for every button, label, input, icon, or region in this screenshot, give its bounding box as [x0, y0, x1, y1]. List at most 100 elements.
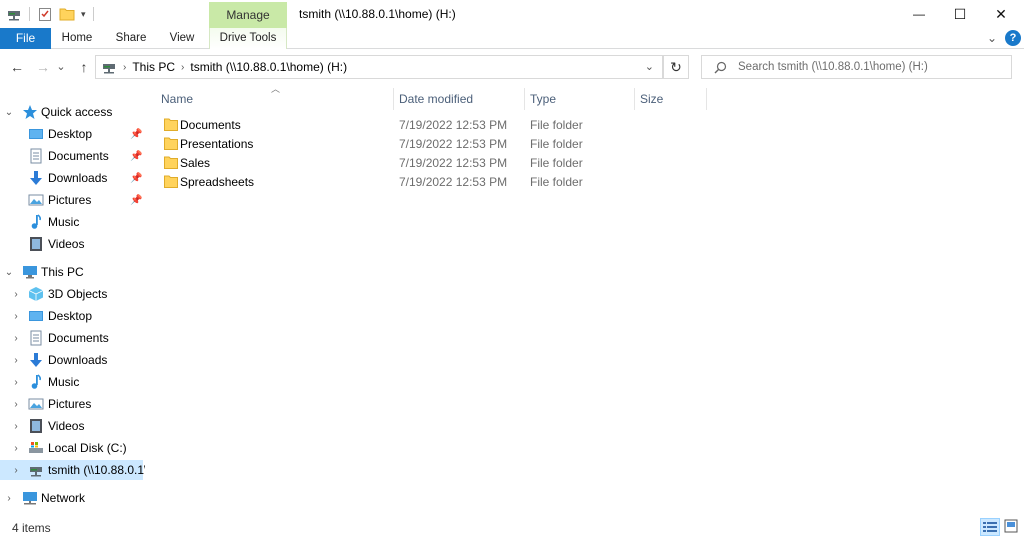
expand-icon[interactable]: › [11, 399, 21, 410]
tree-item-documents[interactable]: Documents 📌 [0, 146, 145, 166]
details-view-button[interactable] [980, 518, 1000, 536]
tree-item-videos[interactable]: › Videos [0, 416, 145, 436]
breadcrumb-this-pc[interactable]: This PC [132, 60, 175, 74]
star-icon [23, 105, 37, 119]
large-icons-view-button[interactable] [1002, 518, 1022, 536]
search-box[interactable]: Search tsmith (\\10.88.0.1\home) (H:) [701, 55, 1012, 79]
tree-label: Downloads [48, 353, 108, 367]
tree-label: Pictures [48, 193, 92, 207]
tree-this-pc[interactable]: ⌄ This PC [0, 262, 145, 282]
collapse-icon[interactable]: ⌄ [4, 267, 14, 278]
computer-icon [23, 266, 37, 279]
maximize-button[interactable]: ☐ [937, 0, 983, 28]
breadcrumb-separator-icon[interactable]: › [123, 62, 126, 73]
tree-item-local-disk[interactable]: › Local Disk (C:) [0, 438, 145, 458]
column-divider[interactable] [634, 88, 635, 110]
tree-network[interactable]: › Network [0, 488, 145, 508]
up-button[interactable]: ↑ [75, 58, 93, 76]
minimize-button[interactable]: — [896, 0, 942, 28]
tree-label: 3D Objects [48, 287, 108, 301]
tree-label: Network [41, 491, 86, 505]
music-icon [31, 214, 42, 229]
window-title: tsmith (\\10.88.0.1\home) (H:) [299, 7, 456, 21]
expand-icon[interactable]: › [11, 289, 21, 300]
expand-icon[interactable]: › [11, 333, 21, 344]
tab-home[interactable]: Home [55, 28, 99, 49]
properties-icon[interactable] [37, 6, 53, 22]
back-button[interactable]: ← [8, 58, 26, 76]
tab-share[interactable]: Share [108, 28, 154, 49]
close-button[interactable]: ✕ [978, 0, 1024, 28]
tree-item-documents[interactable]: › Documents [0, 328, 145, 348]
file-name[interactable]: Spreadsheets [180, 175, 254, 189]
customize-toolbar-icon[interactable]: ▾ [81, 9, 86, 20]
column-header-date-modified[interactable]: Date modified [399, 86, 519, 112]
tree-item-videos[interactable]: Videos [0, 234, 145, 254]
column-divider[interactable] [524, 88, 525, 110]
tree-item-downloads[interactable]: Downloads 📌 [0, 168, 145, 188]
toolbar-separator [92, 7, 94, 21]
file-name[interactable]: Presentations [180, 137, 253, 151]
tree-item-desktop[interactable]: › Desktop [0, 306, 145, 326]
table-row[interactable]: Sales 7/19/2022 12:53 PM File folder [162, 154, 702, 173]
status-bar: 4 items [0, 515, 1024, 539]
forward-button[interactable]: → [34, 58, 52, 76]
tree-item-downloads[interactable]: › Downloads [0, 350, 145, 370]
tree-item-pictures[interactable]: › Pictures [0, 394, 145, 414]
breadcrumb-separator-icon[interactable]: › [181, 62, 184, 73]
quick-access-toolbar: ▾ [6, 4, 95, 24]
ribbon-tabs: File Home Share View Drive Tools ⌄ ? [0, 28, 1024, 49]
tree-item-desktop[interactable]: Desktop 📌 [0, 124, 145, 144]
tree-item-music[interactable]: › Music [0, 372, 145, 392]
drive-icon[interactable] [6, 6, 22, 22]
breadcrumb-current[interactable]: tsmith (\\10.88.0.1\home) (H:) [190, 60, 347, 74]
column-divider[interactable] [706, 88, 707, 110]
expand-icon[interactable]: › [11, 311, 21, 322]
file-date: 7/19/2022 12:53 PM [399, 175, 508, 189]
tab-manage[interactable]: Manage [209, 2, 287, 28]
expand-icon[interactable]: › [11, 443, 21, 454]
folder-icon [164, 175, 178, 188]
local-disk-icon [29, 442, 43, 453]
expand-icon[interactable]: › [11, 377, 21, 388]
tab-file[interactable]: File [0, 28, 51, 49]
file-name[interactable]: Documents [180, 118, 241, 132]
tab-drive-tools[interactable]: Drive Tools [209, 28, 287, 49]
recent-locations-button[interactable]: ⌄ [56, 58, 66, 76]
expand-icon[interactable]: › [11, 421, 21, 432]
expand-icon[interactable]: › [11, 355, 21, 366]
column-divider[interactable] [393, 88, 394, 110]
refresh-button[interactable]: ↻ [663, 55, 689, 79]
large-icons-view-icon [1004, 519, 1018, 533]
collapse-icon[interactable]: ⌄ [4, 107, 14, 118]
column-header-size[interactable]: Size [640, 86, 700, 112]
new-folder-icon[interactable] [59, 6, 75, 22]
tree-quick-access[interactable]: ⌄ Quick access [0, 102, 145, 122]
search-input[interactable]: Search tsmith (\\10.88.0.1\home) (H:) [738, 61, 928, 73]
help-icon[interactable]: ? [1005, 30, 1021, 46]
tab-view[interactable]: View [162, 28, 202, 49]
table-row[interactable]: Documents 7/19/2022 12:53 PM File folder [162, 116, 702, 135]
address-bar[interactable]: › This PC › tsmith (\\10.88.0.1\home) (H… [95, 55, 663, 79]
expand-ribbon-icon[interactable]: ⌄ [987, 31, 997, 45]
expand-icon[interactable]: › [11, 465, 21, 476]
search-icon [714, 61, 727, 74]
tree-item-network-drive[interactable]: › tsmith (\\10.88.0.1\home) (H:) [0, 460, 145, 480]
file-name[interactable]: Sales [180, 156, 210, 170]
file-type: File folder [530, 137, 583, 151]
navigation-bar: ← → ⌄ ↑ › This PC › tsmith (\\10.88.0.1\… [0, 50, 1024, 84]
address-dropdown-icon[interactable]: ⌄ [645, 60, 654, 73]
tree-label: Music [48, 375, 80, 389]
expand-icon[interactable]: › [4, 493, 14, 504]
tree-label: Local Disk (C:) [48, 441, 127, 455]
column-header-name[interactable]: Name [161, 86, 391, 112]
table-row[interactable]: Spreadsheets 7/19/2022 12:53 PM File fol… [162, 173, 702, 192]
tree-item-pictures[interactable]: Pictures 📌 [0, 190, 145, 210]
tree-item-music[interactable]: Music [0, 212, 145, 232]
file-date: 7/19/2022 12:53 PM [399, 137, 508, 151]
pictures-icon [28, 194, 44, 206]
table-row[interactable]: Presentations 7/19/2022 12:53 PM File fo… [162, 135, 702, 154]
tree-item-3d-objects[interactable]: › 3D Objects [0, 284, 145, 304]
downloads-icon [30, 171, 42, 185]
column-header-type[interactable]: Type [530, 86, 630, 112]
